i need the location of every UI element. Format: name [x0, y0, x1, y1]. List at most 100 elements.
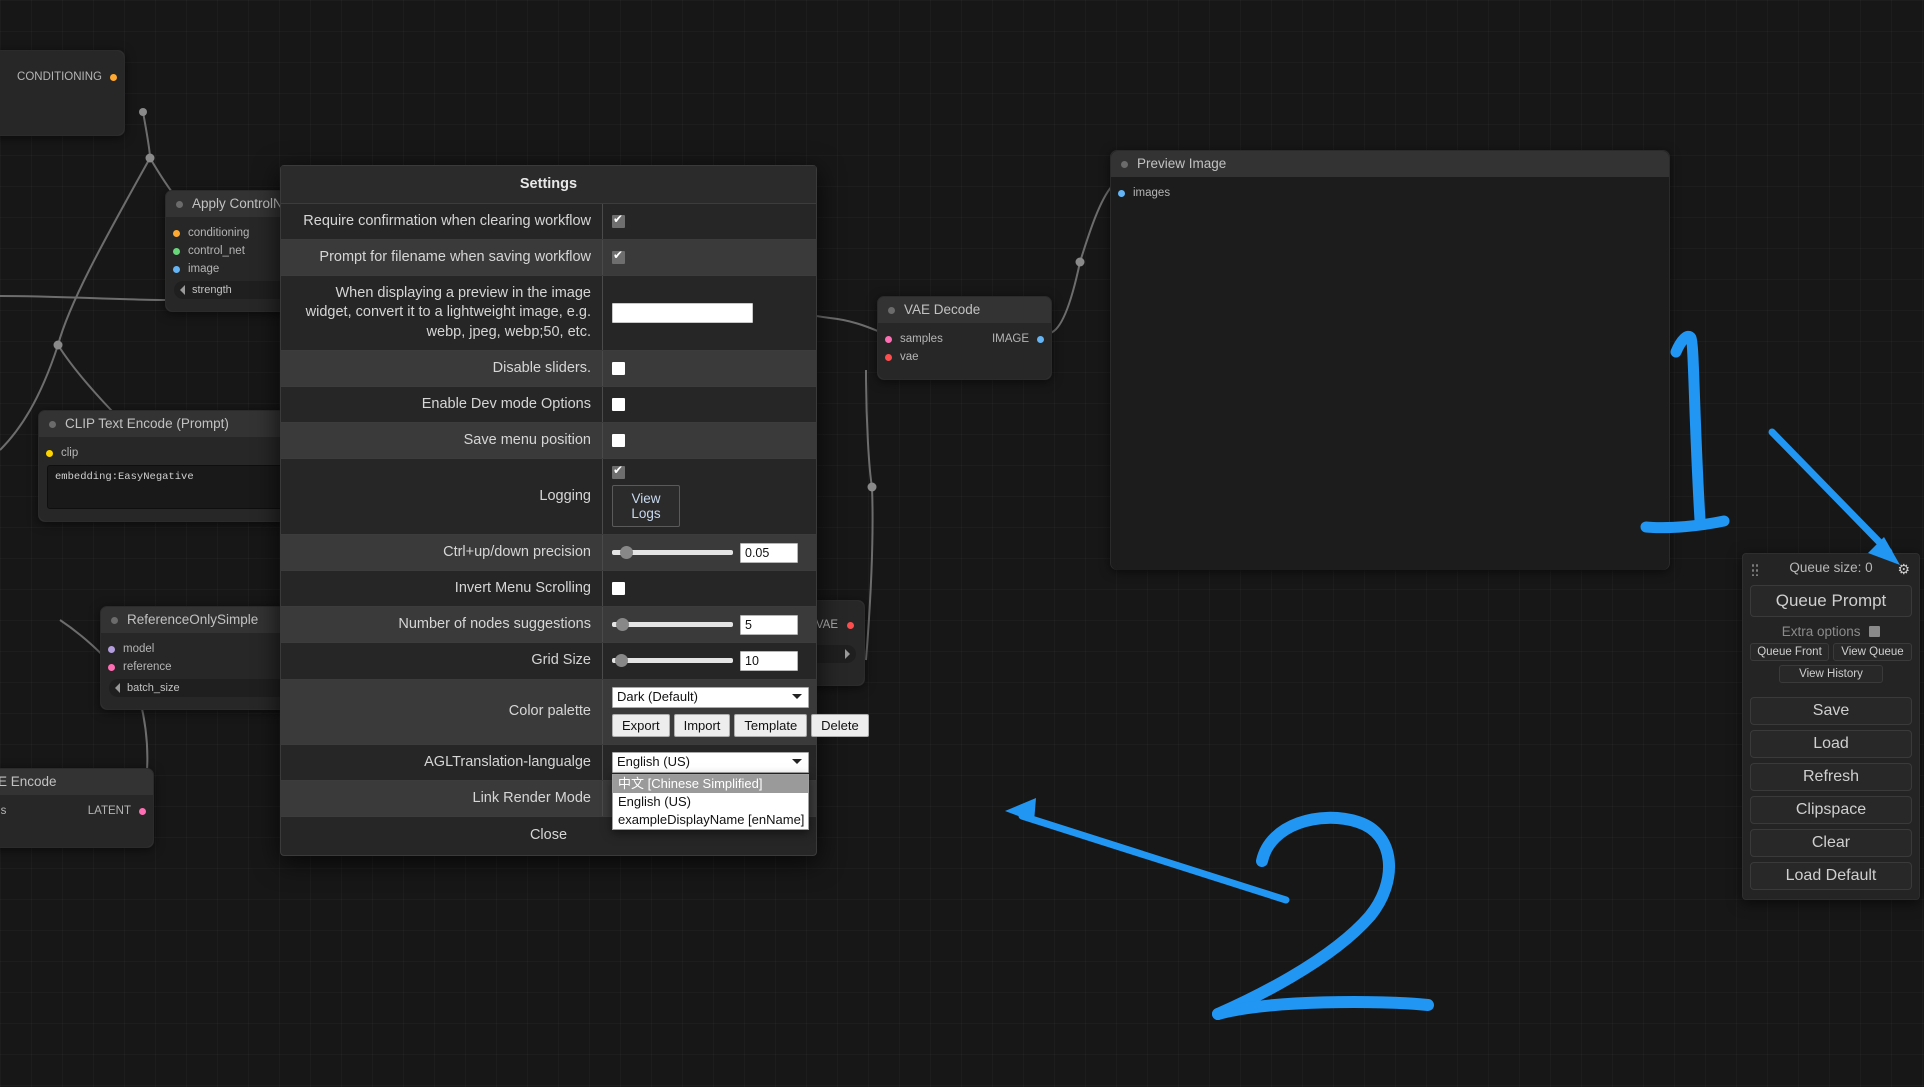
- port-pixels[interactable]: pixels LATENT: [0, 803, 153, 819]
- port-dot-icon[interactable]: [885, 336, 892, 343]
- ctrl-precision-input[interactable]: [740, 542, 798, 563]
- vae-port-dot[interactable]: [847, 622, 854, 629]
- node-suggestions-input[interactable]: [740, 614, 798, 635]
- queue-front-button[interactable]: Queue Front: [1750, 643, 1829, 661]
- setting-row-grid-size: Grid Size: [281, 643, 816, 680]
- setting-control: [602, 607, 816, 643]
- setting-row-preview-format: When displaying a preview in the image w…: [281, 276, 816, 351]
- increment-arrow-icon[interactable]: [845, 649, 850, 659]
- load-button[interactable]: Load: [1750, 730, 1912, 758]
- slider-thumb[interactable]: [616, 618, 629, 632]
- color-palette-buttons: Export Import Template Delete: [612, 713, 869, 737]
- load-default-button[interactable]: Load Default: [1750, 862, 1912, 890]
- setting-row-require-confirmation: Require confirmation when clearing workf…: [281, 204, 816, 241]
- decrement-arrow-icon[interactable]: [180, 285, 185, 295]
- slider-thumb[interactable]: [620, 546, 633, 560]
- import-button[interactable]: Import: [673, 713, 731, 737]
- extra-options-row[interactable]: Extra options: [1750, 624, 1912, 639]
- extra-options-checkbox[interactable]: [1869, 626, 1881, 637]
- invert-menu-scrolling-checkbox[interactable]: [612, 582, 625, 596]
- slider-thumb[interactable]: [615, 654, 628, 668]
- queue-prompt-button[interactable]: Queue Prompt: [1750, 585, 1912, 617]
- ctrl-precision-slider[interactable]: [612, 546, 733, 560]
- clipspace-button[interactable]: Clipspace: [1750, 796, 1912, 824]
- translation-language-select-wrap[interactable]: English (US) 中文 [Chinese Simplified] Eng…: [612, 751, 809, 830]
- widget-label: strength: [192, 284, 232, 296]
- translation-language-select[interactable]: English (US): [612, 751, 809, 773]
- gear-icon[interactable]: ⚙: [1897, 561, 1910, 577]
- image-port-dot[interactable]: [1037, 336, 1044, 343]
- widget-label: batch_size: [127, 682, 180, 694]
- color-palette-select[interactable]: Dark (Default): [612, 686, 809, 708]
- setting-row-disable-sliders: Disable sliders.: [281, 350, 816, 387]
- conditioning-port-dot[interactable]: [110, 74, 117, 81]
- disable-sliders-checkbox[interactable]: [612, 361, 625, 375]
- collapse-dot-icon[interactable]: [1121, 161, 1128, 168]
- node-suggestions-slider[interactable]: [612, 618, 733, 632]
- port-vae[interactable]: vae: [878, 349, 1051, 365]
- port-samples[interactable]: samples IMAGE: [878, 331, 1051, 347]
- prompt-textarea[interactable]: embedding:EasyNegative: [47, 465, 319, 509]
- dev-mode-checkbox[interactable]: [612, 397, 625, 411]
- setting-control: [602, 571, 816, 607]
- require-confirmation-checkbox[interactable]: [612, 212, 625, 229]
- collapse-dot-icon[interactable]: [49, 421, 56, 428]
- node-title[interactable]: VAE Decode: [878, 297, 1051, 323]
- node-title[interactable]: VAE Encode: [0, 769, 153, 795]
- collapse-dot-icon[interactable]: [888, 307, 895, 314]
- logging-checkbox[interactable]: [612, 463, 625, 479]
- grid-size-input[interactable]: [740, 650, 798, 671]
- port-label: image: [188, 263, 220, 275]
- screen: CONDITIONING Apply ControlNet conditioni…: [0, 0, 1924, 1087]
- color-palette-select-wrap[interactable]: Dark (Default): [612, 686, 809, 708]
- port-dot-icon[interactable]: [173, 230, 180, 237]
- node-vae-decode[interactable]: VAE Decode samples IMAGE vae: [877, 296, 1052, 380]
- node-vae-encode[interactable]: VAE Encode pixels LATENT vae: [0, 768, 154, 848]
- save-button[interactable]: Save: [1750, 697, 1912, 725]
- menu-divider: [1750, 683, 1912, 692]
- translation-language-dropdown[interactable]: 中文 [Chinese Simplified] English (US) exa…: [612, 773, 809, 830]
- refresh-button[interactable]: Refresh: [1750, 763, 1912, 791]
- port-dot-icon[interactable]: [108, 664, 115, 671]
- dropdown-option-chinese[interactable]: 中文 [Chinese Simplified]: [613, 774, 808, 793]
- preview-format-input[interactable]: [612, 302, 753, 323]
- setting-control: [602, 535, 816, 571]
- port-dot-icon[interactable]: [1118, 190, 1125, 197]
- port-dot-icon[interactable]: [108, 646, 115, 653]
- node-title[interactable]: Preview Image: [1111, 151, 1669, 177]
- queue-menu-panel[interactable]: Queue size: 0 ⚙ Queue Prompt Extra optio…: [1742, 553, 1920, 900]
- view-history-button[interactable]: View History: [1779, 665, 1883, 683]
- save-menu-position-checkbox[interactable]: [612, 433, 625, 447]
- port-conditioning-out[interactable]: CONDITIONING: [0, 69, 124, 85]
- template-button[interactable]: Template: [734, 713, 808, 737]
- dropdown-option-english[interactable]: English (US): [613, 793, 808, 811]
- setting-label: When displaying a preview in the image w…: [305, 285, 591, 340]
- view-logs-button[interactable]: View Logs: [612, 485, 680, 527]
- settings-title: Settings: [281, 166, 816, 204]
- port-dot-icon[interactable]: [885, 354, 892, 361]
- view-queue-button[interactable]: View Queue: [1833, 643, 1912, 661]
- port-label: samples: [900, 333, 943, 345]
- settings-dialog[interactable]: Settings Require confirmation when clear…: [280, 165, 869, 856]
- port-dot-icon[interactable]: [173, 266, 180, 273]
- port-dot-icon[interactable]: [46, 450, 53, 457]
- export-button[interactable]: Export: [612, 713, 670, 737]
- node-preview-image[interactable]: Preview Image images: [1110, 150, 1670, 570]
- dropdown-option-example[interactable]: exampleDisplayName [enName]: [613, 811, 808, 829]
- drag-handle-icon[interactable]: [1751, 563, 1760, 576]
- port-vae[interactable]: vae: [0, 821, 153, 837]
- node-conditioning[interactable]: CONDITIONING: [0, 50, 125, 136]
- setting-label: Enable Dev mode Options: [421, 395, 591, 412]
- port-dot-icon[interactable]: [173, 248, 180, 255]
- prompt-filename-checkbox[interactable]: [612, 248, 625, 265]
- port-images[interactable]: images: [1111, 185, 1669, 201]
- grid-size-slider[interactable]: [612, 654, 733, 668]
- collapse-dot-icon[interactable]: [111, 617, 118, 624]
- decrement-arrow-icon[interactable]: [115, 683, 120, 693]
- clear-button[interactable]: Clear: [1750, 829, 1912, 857]
- port-label: model: [123, 643, 155, 655]
- latent-port-dot[interactable]: [139, 808, 146, 815]
- delete-button[interactable]: Delete: [811, 713, 869, 737]
- collapse-dot-icon[interactable]: [176, 201, 183, 208]
- setting-label: Color palette: [508, 702, 591, 719]
